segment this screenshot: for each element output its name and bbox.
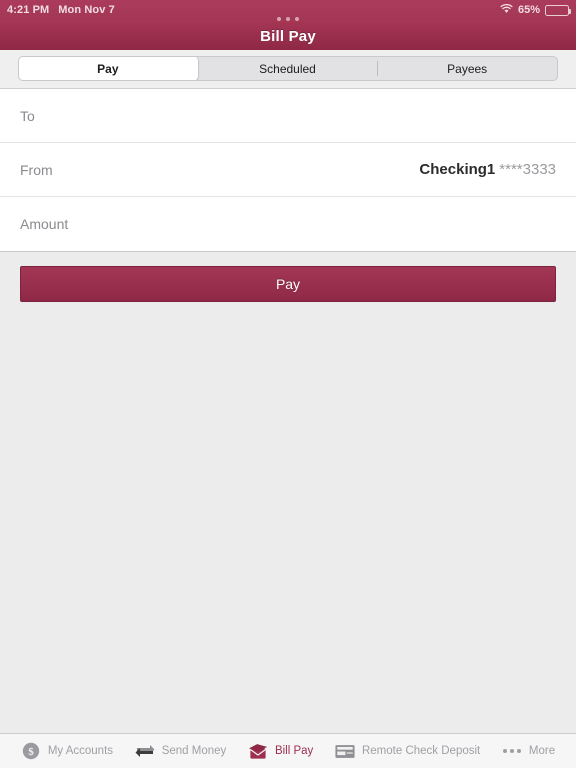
svg-text:$: $ xyxy=(28,746,34,758)
tab-label: My Accounts xyxy=(47,745,114,757)
content-empty-area xyxy=(0,302,576,733)
segmented-control-container: Pay Scheduled Payees xyxy=(0,50,576,89)
ellipsis-dot xyxy=(516,749,521,753)
row-from[interactable]: From Checking1 ****3333 xyxy=(0,143,576,197)
from-account-name: Checking1 xyxy=(419,161,496,178)
check-document-icon xyxy=(335,741,355,761)
envelope-icon xyxy=(248,741,268,761)
tab-label: Send Money xyxy=(161,745,227,757)
ellipsis-dot xyxy=(509,749,514,753)
tab-bill-pay[interactable]: Bill Pay xyxy=(248,741,313,761)
page-dot xyxy=(295,17,299,21)
segmented-control[interactable]: Pay Scheduled Payees xyxy=(18,56,558,81)
row-to[interactable]: To xyxy=(0,89,576,143)
status-time: 4:21 PM xyxy=(7,4,50,16)
from-field-value: Checking1 ****3333 xyxy=(419,161,556,178)
app-screen: 4:21 PM Mon Nov 7 65% Bill Pay Pay Sched… xyxy=(0,0,576,768)
page-dot xyxy=(277,17,281,21)
wifi-icon xyxy=(500,3,513,17)
to-field-label: To xyxy=(20,107,35,124)
bill-pay-form: To From Checking1 ****3333 Amount xyxy=(0,89,576,252)
tab-bar: $ My Accounts Send Money Bill Pay Remote… xyxy=(0,733,576,768)
tab-more[interactable]: More xyxy=(502,741,555,761)
tab-label: More xyxy=(528,745,556,757)
page-dot xyxy=(286,17,290,21)
tab-label: Bill Pay xyxy=(274,745,314,757)
transfer-arrows-icon xyxy=(135,741,155,761)
battery-percent-label: 65% xyxy=(517,4,540,16)
tab-remote-check-deposit[interactable]: Remote Check Deposit xyxy=(335,741,480,761)
dollar-circle-icon: $ xyxy=(21,741,41,761)
row-amount[interactable]: Amount xyxy=(0,197,576,251)
from-account-number: ****3333 xyxy=(499,161,556,178)
page-indicator-dots xyxy=(0,17,576,21)
pay-button-container: Pay xyxy=(0,252,576,302)
status-date: Mon Nov 7 xyxy=(58,4,115,16)
tab-label: Remote Check Deposit xyxy=(361,745,481,757)
ellipsis-dot xyxy=(502,749,507,753)
battery-icon xyxy=(545,4,571,16)
pay-button[interactable]: Pay xyxy=(20,266,556,302)
tab-pay[interactable]: Pay xyxy=(19,57,198,80)
page-title: Bill Pay xyxy=(260,28,316,45)
amount-field-label: Amount xyxy=(20,216,69,232)
status-bar-right: 65% xyxy=(500,3,571,17)
status-bar-left: 4:21 PM Mon Nov 7 xyxy=(7,4,115,16)
tab-send-money[interactable]: Send Money xyxy=(135,741,227,761)
ellipsis-icon xyxy=(502,741,522,761)
navigation-bar: Bill Pay xyxy=(0,17,576,50)
tab-scheduled[interactable]: Scheduled xyxy=(198,57,378,80)
tab-payees[interactable]: Payees xyxy=(377,57,557,80)
tab-my-accounts[interactable]: $ My Accounts xyxy=(21,741,113,761)
from-field-label: From xyxy=(20,161,53,178)
